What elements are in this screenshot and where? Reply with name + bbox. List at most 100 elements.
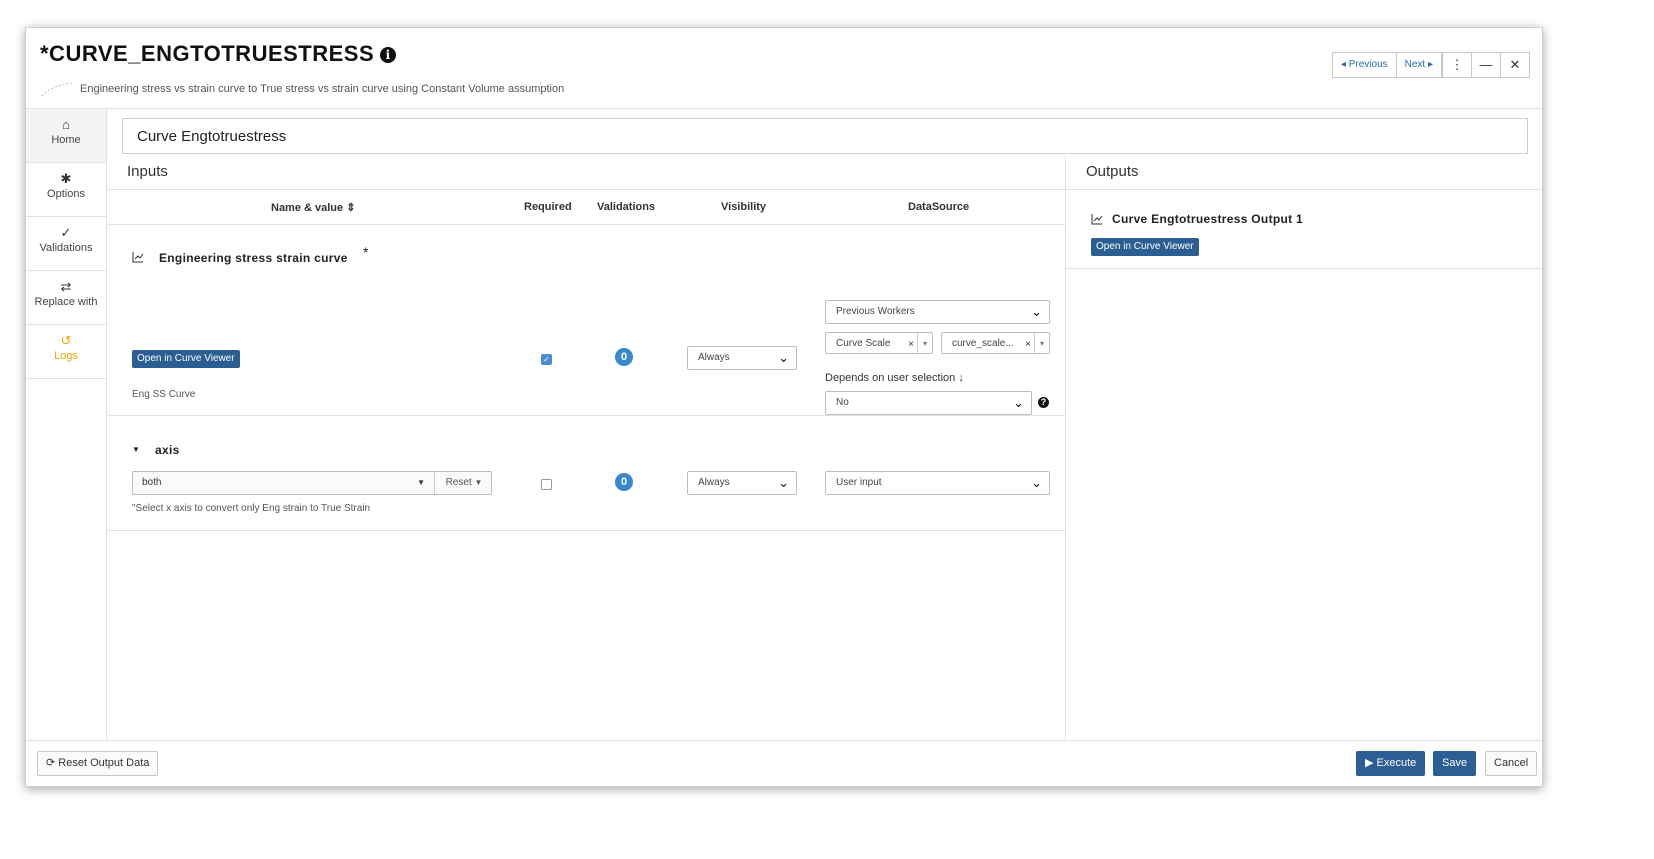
- axis-value: both: [142, 477, 162, 488]
- chevron-down-icon: ⌄: [778, 350, 789, 365]
- history-icon: ↺: [60, 333, 72, 348]
- reset-output-label: Reset Output Data: [58, 757, 150, 769]
- param-name: Engineering stress strain curve: [159, 251, 348, 265]
- page-subtitle: Engineering stress vs strain curve to Tr…: [40, 80, 564, 98]
- datasource-value: Previous Workers: [836, 306, 915, 317]
- visibility-select[interactable]: Always ⌄: [687, 471, 797, 495]
- sidebar-item-validations[interactable]: ✓ Validations: [26, 217, 106, 271]
- param-row-eng-curve: Engineering stress strain curve * Open i…: [107, 225, 1065, 416]
- worker-select-value: Curve Scale: [836, 338, 891, 349]
- sidebar-item-label: Home: [51, 134, 81, 146]
- cancel-button[interactable]: Cancel: [1485, 751, 1538, 776]
- output-select[interactable]: curve_scale... × ▾: [941, 332, 1050, 354]
- check-icon: ✓: [60, 225, 72, 240]
- output-name: Curve Engtotruestress Output 1: [1112, 212, 1304, 226]
- keyword-name-input[interactable]: Curve Engtotruestress: [122, 118, 1528, 154]
- chart-line-icon: [1091, 212, 1103, 230]
- col-name-value-label: Name & value: [271, 202, 344, 214]
- sidebar-item-replace-with[interactable]: ⇄ Replace with: [26, 271, 106, 325]
- play-icon: ▶: [1365, 757, 1374, 769]
- clear-icon[interactable]: ×: [1025, 334, 1031, 356]
- col-visibility: Visibility: [721, 201, 767, 213]
- inputs-panel: Inputs Name & value ⇕ Required Validatio…: [107, 156, 1066, 741]
- sidebar-item-label: Validations: [39, 242, 93, 254]
- col-validations: Validations: [597, 201, 656, 213]
- output-open-curve-viewer-button[interactable]: Open in Curve Viewer: [1091, 238, 1199, 256]
- param-row-axis: ▼ axis both ▼ Reset ▼ "Select x axis to …: [107, 416, 1065, 531]
- sidebar-item-home[interactable]: ⌂ Home: [26, 109, 106, 163]
- window-controls: ⋮ — ✕: [1442, 52, 1530, 78]
- pager: ◂ Previous Next ▸: [1331, 52, 1442, 78]
- inputs-column-headers: Name & value ⇕ Required Validations Visi…: [107, 190, 1065, 225]
- gear-icon: ✱: [60, 171, 72, 186]
- more-options-icon[interactable]: ⋮: [1442, 52, 1472, 78]
- caret-down-icon: ▼: [474, 478, 483, 487]
- col-required: Required: [524, 201, 572, 213]
- chevron-down-icon: ⌄: [1031, 304, 1042, 319]
- axis-select[interactable]: both ▼: [133, 472, 435, 494]
- save-button[interactable]: Save: [1433, 751, 1477, 776]
- depends-label: Depends on user selection ↓: [825, 372, 964, 384]
- caret-down-icon[interactable]: ▼: [132, 445, 140, 454]
- sidebar-item-logs[interactable]: ↺ Logs: [26, 325, 106, 379]
- dialog-window: *CURVE_ENGTOTRUESTRESS i Engineering stre…: [25, 27, 1543, 787]
- chevron-down-icon: ⌄: [1013, 395, 1024, 410]
- col-datasource: DataSource: [908, 201, 970, 213]
- swap-arrows-icon: ⇄: [60, 279, 72, 294]
- param-caption: Eng SS Curve: [132, 389, 196, 400]
- next-label: Next: [1404, 59, 1426, 70]
- required-asterisk: *: [363, 244, 369, 260]
- subtitle-text: Engineering stress vs strain curve to Tr…: [80, 82, 565, 95]
- reset-label: Reset: [445, 477, 472, 488]
- execute-button[interactable]: ▶ Execute: [1356, 751, 1426, 776]
- worker-select[interactable]: Curve Scale × ▾: [825, 332, 933, 354]
- chart-line-icon: [132, 250, 144, 268]
- close-icon[interactable]: ✕: [1501, 52, 1530, 78]
- datasource-value: User input: [836, 477, 882, 488]
- depends-value: No: [836, 397, 849, 408]
- page-title: *CURVE_ENGTOTRUESTRESS i: [40, 41, 397, 67]
- dialog-header: *CURVE_ENGTOTRUESTRESS i Engineering stre…: [26, 28, 1542, 109]
- output-item: Curve Engtotruestress Output 1 Open in C…: [1066, 190, 1542, 269]
- output-select-value: curve_scale...: [952, 338, 1014, 349]
- reset-button[interactable]: Reset ▼: [436, 472, 492, 494]
- required-checkbox[interactable]: ✓: [541, 354, 552, 365]
- validations-count-badge[interactable]: 0: [615, 348, 633, 366]
- previous-button[interactable]: ◂ Previous: [1331, 52, 1397, 78]
- chevron-down-icon: ⌄: [778, 475, 789, 490]
- minimize-icon[interactable]: —: [1472, 52, 1501, 78]
- next-button[interactable]: Next ▸: [1396, 52, 1442, 78]
- caret-down-icon[interactable]: ▾: [1034, 333, 1049, 353]
- visibility-select[interactable]: Always ⌄: [687, 346, 797, 370]
- datasource-select[interactable]: Previous Workers ⌄: [825, 300, 1050, 324]
- outputs-title: Outputs: [1066, 156, 1542, 190]
- arrow-down-icon: ↓: [958, 372, 964, 384]
- axis-combo: both ▼ Reset ▼: [132, 471, 492, 495]
- depends-select[interactable]: No ⌄: [825, 391, 1032, 415]
- refresh-icon: ⟳: [46, 757, 56, 769]
- sidebar-item-label: Logs: [54, 350, 78, 362]
- info-circle-icon[interactable]: i: [380, 47, 397, 64]
- depends-label-text: Depends on user selection: [825, 372, 956, 384]
- help-icon[interactable]: ?: [1038, 397, 1049, 408]
- open-curve-viewer-button[interactable]: Open in Curve Viewer: [132, 350, 240, 368]
- visibility-value: Always: [698, 352, 730, 363]
- caret-down-icon[interactable]: ▾: [917, 333, 932, 353]
- previous-label: Previous: [1348, 59, 1388, 70]
- dialog-footer: ⟳ Reset Output Data ▶ Execute Save Cance…: [26, 740, 1542, 786]
- col-name-value[interactable]: Name & value ⇕: [271, 201, 355, 214]
- sort-icon: ⇕: [346, 202, 356, 214]
- sidebar: ⌂ Home ✱ Options ✓ Validations ⇄ Replace…: [26, 109, 107, 741]
- clear-icon[interactable]: ×: [908, 334, 914, 356]
- reset-output-data-button[interactable]: ⟳ Reset Output Data: [37, 751, 159, 776]
- visibility-value: Always: [698, 477, 730, 488]
- required-checkbox[interactable]: [541, 479, 552, 490]
- sidebar-item-label: Options: [47, 188, 85, 200]
- validations-count-badge[interactable]: 0: [615, 473, 633, 491]
- sidebar-item-options[interactable]: ✱ Options: [26, 163, 106, 217]
- axis-hint: "Select x axis to convert only Eng strai…: [132, 503, 371, 514]
- datasource-select[interactable]: User input ⌄: [825, 471, 1050, 495]
- execute-label: Execute: [1376, 757, 1417, 769]
- outputs-panel: Outputs Curve Engtotruestress Output 1 O…: [1066, 156, 1542, 741]
- param-name: axis: [155, 443, 180, 457]
